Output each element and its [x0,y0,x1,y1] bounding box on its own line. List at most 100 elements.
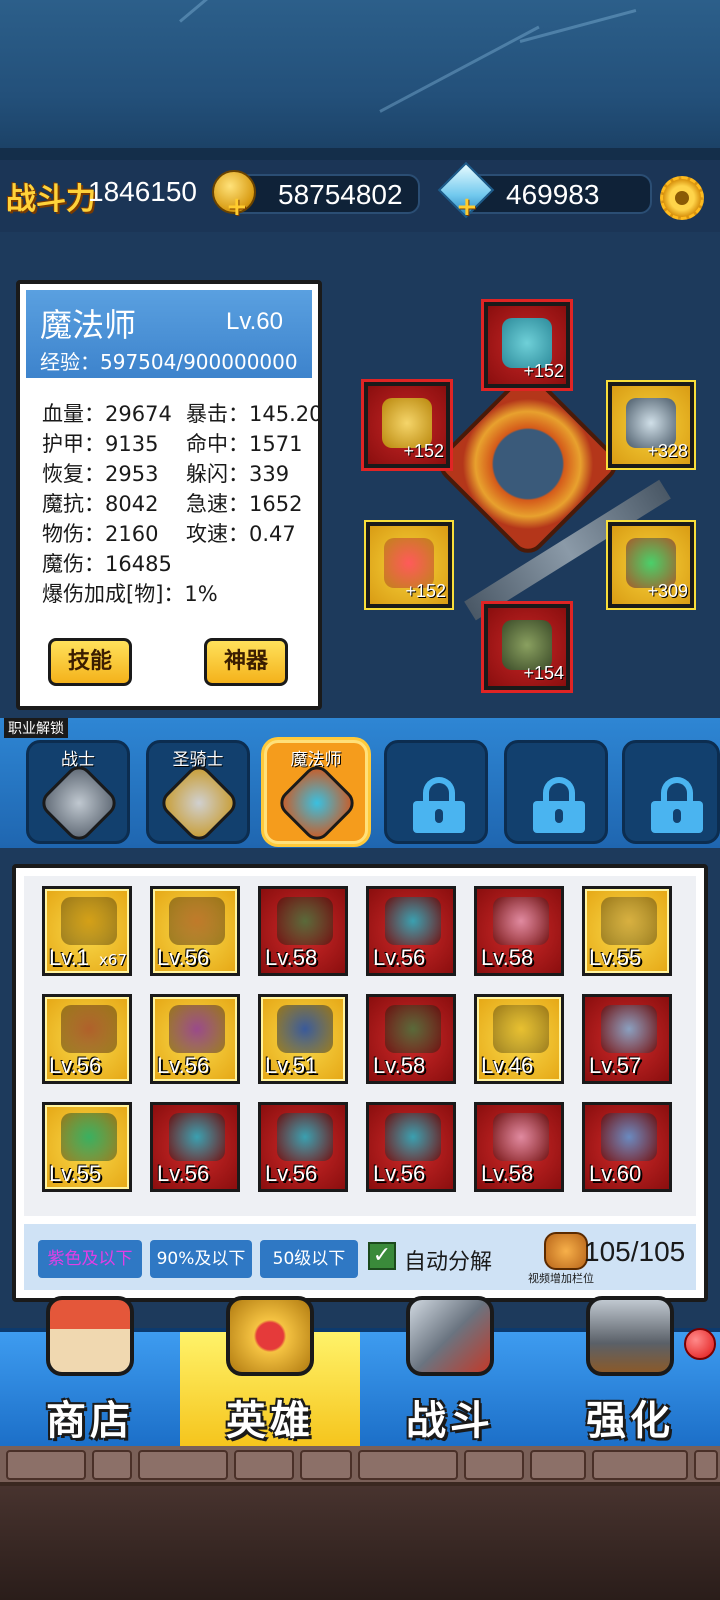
inventory-panel: Lv.1 x67 Lv.56 Lv.58 Lv.56 Lv.58 Lv.55 Lv.56 Lv.… [12,864,708,1302]
ring-slot[interactable]: +309 [608,522,694,608]
auto-decompose-checkbox[interactable]: ✓ [368,1242,396,1270]
hero-helmet-icon [226,1296,314,1376]
class-unlock-label: 职业解锁 [4,718,68,738]
inventory-item[interactable]: Lv.58 [258,886,348,976]
inventory-item[interactable]: Lv.56 [366,886,456,976]
inventory-item[interactable]: Lv.56 [150,994,240,1084]
mage-staff-icon [274,760,360,846]
inventory-item[interactable]: Lv.58 [474,886,564,976]
boots-slot[interactable]: +154 [484,604,570,690]
stat-magic-resist: 魔抗：8042 [42,492,159,516]
weapon-slot[interactable]: +328 [608,382,694,468]
hero-header: 魔法师 Lv.60 经验：597504/900000000 [26,290,312,378]
inventory-item[interactable]: Lv.51 [258,994,348,1084]
inventory-filter-row: 紫色及以下 90%及以下 50级以下 ✓ 自动分解 105/105 视频增加栏位 [24,1224,696,1290]
equipment-item-icon [385,1113,441,1161]
item-level: Lv.57 [589,1053,642,1078]
bottom-navigation: 商店 英雄 战斗 强化 [0,1296,720,1450]
item-level: Lv.58 [481,945,534,970]
equipment-item-icon [169,1113,225,1161]
inventory-item[interactable]: Lv.58 [366,994,456,1084]
stat-dodge: 躲闪：339 [186,462,290,486]
equipment-item-icon [277,1005,333,1053]
notification-dot [684,1328,716,1360]
inventory-item[interactable]: Lv.56 [150,886,240,976]
stat-accuracy: 命中：1571 [186,432,303,456]
class-tab-warrior[interactable]: 战士 [26,740,130,846]
item-level: Lv.58 [481,1161,534,1186]
helmet-enhance-level: +152 [523,361,564,381]
inventory-item[interactable]: Lv.1 x67 [42,886,132,976]
equipment-item-icon [277,1113,333,1161]
helmet-slot[interactable]: +152 [484,302,570,388]
inventory-item[interactable]: Lv.55 [582,886,672,976]
lock-icon [651,777,703,833]
hammer-icon [156,760,242,846]
weapon-enhance-level: +328 [647,441,688,461]
equipment-item-icon [61,897,117,945]
item-level: Lv.56 [265,1161,318,1186]
equipment-item-icon [493,1005,549,1053]
inventory-item[interactable]: Lv.57 [582,994,672,1084]
stat-regen: 恢复：2953 [42,462,159,486]
equipment-item-icon [385,897,441,945]
stat-hp: 血量：29674 [42,402,172,426]
gear-icon[interactable] [660,176,704,220]
filter-90-percent-button[interactable]: 90%及以下 [150,1240,252,1278]
filter-purple-below-button[interactable]: 紫色及以下 [38,1240,142,1278]
bag-capacity: 105/105 [584,1236,686,1267]
add-gold-plus-icon[interactable]: + [226,194,248,220]
nav-shop[interactable]: 商店 [0,1296,180,1450]
top-edge [0,148,720,160]
hero-class-name: 魔法师 [40,306,137,344]
inventory-item[interactable]: Lv.58 [474,1102,564,1192]
item-level: Lv.56 [157,1161,210,1186]
stat-armor: 护甲：9135 [42,432,159,456]
inventory-item[interactable]: Lv.56 [42,994,132,1084]
artifact-button[interactable]: 神器 [204,638,288,686]
inventory-item[interactable]: Lv.56 [258,1102,348,1192]
class-tab-paladin[interactable]: 圣骑士 [146,740,250,846]
bag-icon[interactable] [544,1232,588,1270]
inventory-item[interactable]: Lv.60 [582,1102,672,1192]
class-tab-locked-3[interactable] [622,740,720,844]
stat-crit-damage-bonus: 爆伤加成[物]：1% [42,582,218,606]
armor-enhance-level: +152 [403,441,444,461]
item-level: Lv.55 [589,945,642,970]
equipment-item-icon [277,897,333,945]
anvil-hammer-icon [586,1296,674,1376]
inventory-item[interactable]: Lv.46 [474,994,564,1084]
lock-icon [413,777,465,833]
crossed-swords-icon [406,1296,494,1376]
amulet-slot[interactable]: +152 [366,522,452,608]
item-level: Lv.56 [373,945,426,970]
nav-upgrade-label: 强化 [586,1398,674,1444]
filter-level-50-button[interactable]: 50级以下 [260,1240,358,1278]
combat-power-label: 战斗力 [6,182,96,217]
class-tab-locked-2[interactable] [504,740,608,844]
item-level: Lv.60 [589,1161,642,1186]
add-gem-plus-icon[interactable]: + [456,194,478,220]
stat-physical-damage: 物伤：2160 [42,522,159,546]
sword-icon [36,760,122,846]
nav-hero[interactable]: 英雄 [180,1296,360,1450]
inventory-item[interactable]: Lv.56 [366,1102,456,1192]
lock-icon [533,777,585,833]
armor-slot[interactable]: +152 [364,382,450,468]
class-tab-locked-1[interactable] [384,740,488,844]
stat-attack-speed: 攻速：0.47 [186,522,296,546]
stat-crit: 暴击：145.20 [186,402,323,426]
inventory-item[interactable]: Lv.56 [150,1102,240,1192]
top-background [0,0,720,160]
nav-battle-label: 战斗 [406,1398,494,1444]
gold-display[interactable]: 58754802 [228,174,420,214]
skills-button[interactable]: 技能 [48,638,132,686]
inventory-item[interactable]: Lv.55 [42,1102,132,1192]
class-selection-bar: 职业解锁 战士 圣骑士 魔法师 [0,718,720,848]
amulet-enhance-level: +152 [405,581,446,601]
nav-shop-label: 商店 [46,1398,134,1444]
hero-level: Lv.60 [226,308,283,335]
class-tab-mage[interactable]: 魔法师 [264,740,368,846]
stat-haste: 急速：1652 [186,492,303,516]
nav-battle[interactable]: 战斗 [360,1296,540,1450]
